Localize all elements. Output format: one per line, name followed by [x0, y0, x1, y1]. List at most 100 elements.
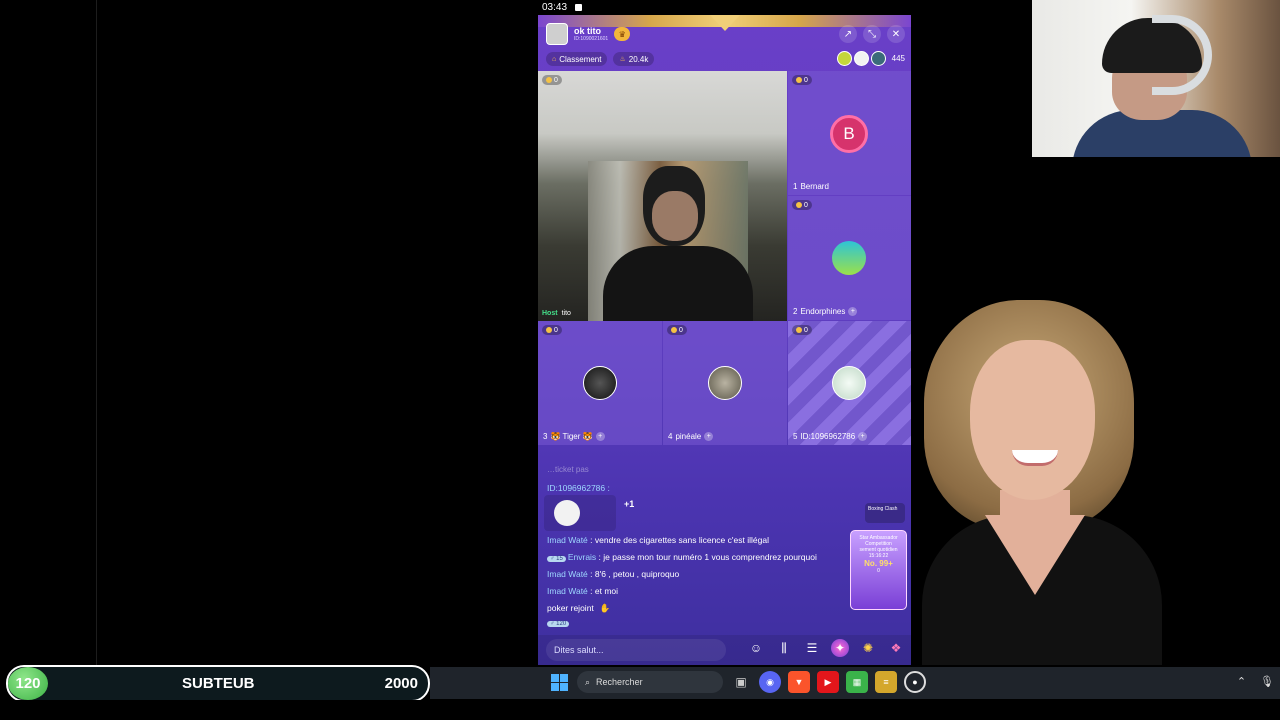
- seat-avatar[interactable]: [832, 366, 866, 400]
- ranking-label: Classement: [559, 54, 602, 64]
- chat-message: ♂ 15 Envrais : je passe mon tour numéro 1…: [547, 552, 817, 562]
- seat-5[interactable]: 0 5 ID:1096962786 +: [788, 321, 911, 445]
- viewer-count: 445: [891, 54, 905, 63]
- chat-user[interactable]: ID:1096962786 :: [547, 483, 610, 493]
- promo-rank: No. 99+: [864, 559, 893, 568]
- host-label: Host: [542, 310, 558, 317]
- chat-text: : et moi: [587, 586, 619, 596]
- discord-icon[interactable]: ◉: [759, 671, 781, 693]
- host-tag: Host tito: [542, 310, 571, 317]
- spreadsheet-icon[interactable]: ▦: [846, 671, 868, 693]
- gift-icon[interactable]: ❖: [887, 639, 905, 657]
- ranking-pill[interactable]: ⌂ Classement: [546, 52, 608, 66]
- voice-icon[interactable]: ⫼: [775, 639, 793, 657]
- close-icon[interactable]: ✕: [887, 25, 905, 43]
- coin-icon: [796, 77, 802, 83]
- chat-user[interactable]: Imad Waté: [547, 586, 588, 596]
- guest-face: [970, 340, 1095, 500]
- chat-user[interactable]: poker: [547, 603, 568, 613]
- seat-avatar[interactable]: [832, 241, 866, 275]
- windows-start-icon[interactable]: [548, 671, 570, 693]
- coin-icon: [546, 327, 552, 333]
- taskbar: ⌕ Rechercher ▣ ◉ ▼ ▶ ▦ ≡ ● ⌃ 🎙: [430, 667, 1280, 699]
- viewer-list[interactable]: 445: [836, 51, 905, 66]
- host-video[interactable]: 0 Host tito: [538, 71, 787, 321]
- chat-input[interactable]: Dites salut...: [546, 639, 726, 661]
- bottom-strip: [0, 700, 1280, 720]
- seat-avatar[interactable]: [708, 366, 742, 400]
- chat-user[interactable]: Envrais: [568, 552, 596, 562]
- coin-icon: [796, 202, 802, 208]
- seat-score-value: 0: [554, 326, 558, 334]
- room-stats: ⌂ Classement ♨ 20.4k: [546, 52, 655, 66]
- youtube-icon[interactable]: ▶: [817, 671, 839, 693]
- left-divider: [96, 0, 97, 665]
- seat-label: 3 🐯 Tiger 🐯 +: [543, 432, 605, 441]
- lock-icon: [575, 4, 583, 11]
- seat-name: pinéale: [675, 432, 702, 441]
- search-icon: ⌕: [585, 676, 591, 687]
- viewer-avatar[interactable]: [836, 51, 852, 66]
- seat-score: 0: [542, 75, 562, 85]
- seat-label: 1 Bernard: [793, 182, 829, 191]
- seat-label: 4 pinéale +: [668, 432, 714, 441]
- boxing-clash-widget[interactable]: Boxing Clash: [865, 503, 905, 523]
- crown-icon[interactable]: ♛: [614, 27, 631, 41]
- follow-icon[interactable]: +: [848, 307, 858, 316]
- heat-value: 20.4k: [628, 54, 649, 64]
- task-view-icon[interactable]: ▣: [730, 671, 752, 693]
- action-icons: ☺ ⫼ ☰ ✦ ✺ ❖: [747, 639, 905, 657]
- follow-icon[interactable]: +: [704, 432, 714, 441]
- host-id: ID:1090021601: [574, 36, 609, 42]
- chevron-up-icon[interactable]: ⌃: [1237, 675, 1246, 688]
- obs-icon[interactable]: ●: [904, 671, 926, 693]
- seat-avatar[interactable]: [583, 366, 617, 400]
- share-icon[interactable]: ↗: [839, 25, 857, 43]
- seat-4[interactable]: 0 4 pinéale +: [663, 321, 787, 445]
- seat-number: 3: [543, 432, 548, 441]
- chat-join-level: ♂ 120: [547, 617, 571, 627]
- seat-score-value: 0: [804, 76, 808, 84]
- sub-count-value: 120: [15, 675, 41, 692]
- host-body: [603, 246, 753, 321]
- minimize-icon[interactable]: ⤡: [863, 25, 881, 43]
- follow-icon[interactable]: +: [595, 432, 605, 441]
- chat-user[interactable]: Imad Waté: [547, 535, 588, 545]
- seat-2[interactable]: 0 2 Endorphines +: [788, 196, 911, 320]
- menu-icon[interactable]: ☰: [803, 639, 821, 657]
- chat-faded-line: …ticket pas: [547, 465, 589, 474]
- follow-icon[interactable]: +: [858, 432, 868, 441]
- seat-3[interactable]: 0 3 🐯 Tiger 🐯 +: [538, 321, 662, 445]
- party-icon[interactable]: ✺: [859, 639, 877, 657]
- seat-score-value: 0: [679, 326, 683, 334]
- host-avatar[interactable]: [546, 23, 568, 45]
- heat-pill[interactable]: ♨ 20.4k: [613, 52, 655, 66]
- webcam-guest: [912, 300, 1192, 665]
- seat-number: 1: [793, 182, 798, 191]
- games-icon[interactable]: ✦: [831, 639, 849, 657]
- chat-text: : vendre des cigarettes sans licence c'e…: [587, 535, 769, 545]
- files-icon[interactable]: ≡: [875, 671, 897, 693]
- seat-avatar[interactable]: B: [830, 115, 868, 153]
- chat-user[interactable]: Imad Waté: [547, 569, 588, 579]
- promo-title: Star Ambassador Competition: [859, 535, 898, 547]
- taskbar-search[interactable]: ⌕ Rechercher: [577, 671, 723, 693]
- live-room-app: ok tito ID:1090021601 ♛ ↗ ⤡ ✕ ⌂ Classemen…: [538, 15, 911, 665]
- emoji-icon[interactable]: ☺: [747, 639, 765, 657]
- brave-icon[interactable]: ▼: [788, 671, 810, 693]
- promo-widget[interactable]: Star Ambassador Competition sement quoti…: [850, 530, 907, 610]
- microphone-icon[interactable]: 🎙: [1260, 675, 1274, 688]
- seat-1[interactable]: 0 B 1 Bernard: [788, 71, 911, 195]
- chat-text: rejoint: [568, 603, 594, 613]
- seat-score: 0: [792, 325, 812, 335]
- host-info[interactable]: ok tito ID:1090021601 ♛: [546, 23, 631, 45]
- boxing-label: Boxing Clash: [868, 506, 898, 512]
- wave-icon: ✋: [599, 603, 611, 613]
- viewer-avatar[interactable]: [853, 51, 869, 66]
- sticker-icon: [554, 500, 580, 526]
- coin-icon: [546, 77, 552, 83]
- coin-icon: [796, 327, 802, 333]
- viewer-avatar[interactable]: [870, 51, 886, 66]
- chat-sticker-sender: ID:1096962786 :: [547, 483, 610, 493]
- status-time: 03:43: [542, 2, 568, 13]
